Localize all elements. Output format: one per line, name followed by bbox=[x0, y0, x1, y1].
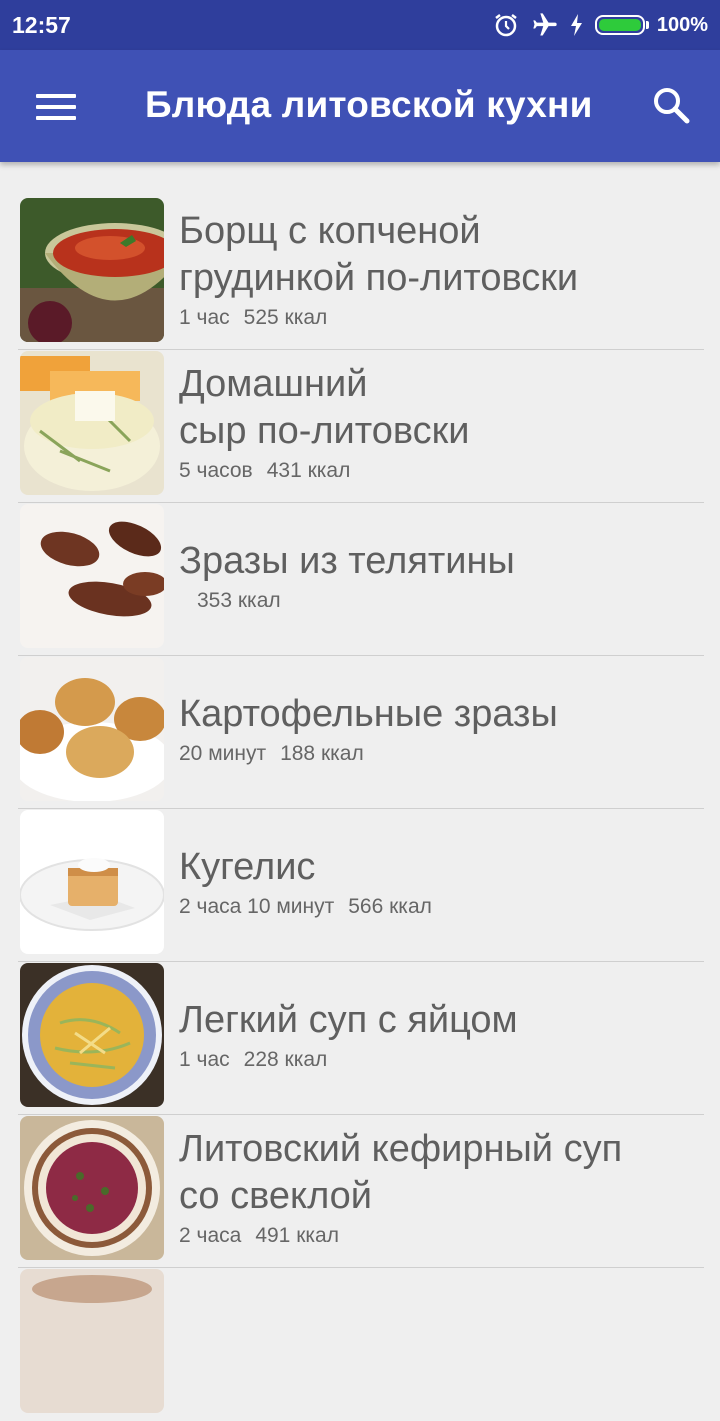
recipe-thumbnail bbox=[20, 1116, 164, 1260]
recipe-thumbnail bbox=[20, 810, 164, 954]
app-bar: Блюда литовской кухни bbox=[0, 50, 720, 162]
page-title: Блюда литовской кухни bbox=[145, 84, 593, 125]
recipe-thumbnail bbox=[20, 198, 164, 342]
recipe-title-line2: сыр по-литовски bbox=[179, 410, 470, 452]
recipe-kcal: 188 ккал bbox=[280, 741, 364, 765]
recipe-thumbnail bbox=[20, 657, 164, 801]
recipe-time: 1 час bbox=[179, 1047, 230, 1071]
recipe-title-line1: Литовский кефирный суп bbox=[179, 1128, 623, 1170]
recipe-title-line1: Кугелис bbox=[179, 845, 316, 888]
recipe-list: Борщ с копченой грудинкой по-литовски 1 … bbox=[0, 197, 720, 1421]
battery-icon bbox=[594, 15, 649, 35]
recipe-time: 5 часов bbox=[179, 459, 253, 482]
status-time: 12:57 bbox=[12, 12, 71, 38]
recipe-time: 20 минут bbox=[179, 741, 267, 765]
recipe-title-line1: Картофельные зразы bbox=[179, 692, 558, 735]
recipe-title-line2: со свеклой bbox=[179, 1175, 373, 1217]
recipe-thumbnail bbox=[20, 504, 164, 648]
alarm-icon bbox=[495, 14, 517, 37]
list-item[interactable]: Литовский кефирный суп со свеклой 2 часа… bbox=[0, 1115, 720, 1268]
search-icon[interactable] bbox=[652, 86, 692, 126]
recipe-kcal: 566 ккал bbox=[348, 894, 432, 918]
recipe-title-line1: Легкий суп с яйцом bbox=[179, 998, 518, 1041]
list-item[interactable]: Картофельные зразы 20 минут 188 ккал bbox=[0, 656, 720, 809]
recipe-kcal: 353 ккал bbox=[197, 588, 281, 612]
recipe-title-line2: грудинкой по-литовски bbox=[179, 257, 579, 299]
recipe-title-line1: Домашний bbox=[179, 363, 368, 405]
status-icons: 100% bbox=[493, 10, 708, 40]
list-item[interactable]: Легкий суп с яйцом 1 час 228 ккал bbox=[0, 962, 720, 1115]
recipe-thumbnail bbox=[20, 963, 164, 1107]
list-item[interactable]: Борщ с копченой грудинкой по-литовски 1 … bbox=[0, 197, 720, 350]
recipe-kcal: 228 ккал bbox=[243, 1047, 328, 1071]
list-item-partial[interactable] bbox=[0, 1268, 720, 1421]
recipe-thumbnail bbox=[20, 351, 164, 495]
list-item[interactable]: Зразы из телятины 353 ккал bbox=[0, 503, 720, 656]
recipe-time: 2 часа 10 минут bbox=[179, 894, 335, 918]
status-bar: 12:57 100% bbox=[0, 0, 720, 50]
recipe-kcal: 491 ккал bbox=[255, 1224, 339, 1247]
recipe-kcal: 431 ккал bbox=[266, 459, 351, 482]
recipe-title-line1: Борщ с копченой bbox=[179, 210, 481, 252]
airplane-icon bbox=[533, 13, 557, 36]
recipe-time: 2 часа bbox=[179, 1224, 242, 1247]
battery-percent: 100% bbox=[656, 13, 708, 36]
recipe-time: 1 час bbox=[179, 306, 230, 329]
list-item[interactable]: Кугелис 2 часа 10 минут 566 ккал bbox=[0, 809, 720, 962]
charging-icon bbox=[570, 14, 582, 36]
recipe-kcal: 525 ккал bbox=[243, 306, 328, 329]
list-item[interactable]: Домашний сыр по-литовски 5 часов 431 ккал bbox=[0, 350, 720, 503]
recipe-thumbnail bbox=[20, 1269, 164, 1413]
recipe-title-line1: Зразы из телятины bbox=[179, 539, 515, 582]
menu-icon[interactable] bbox=[36, 94, 76, 124]
